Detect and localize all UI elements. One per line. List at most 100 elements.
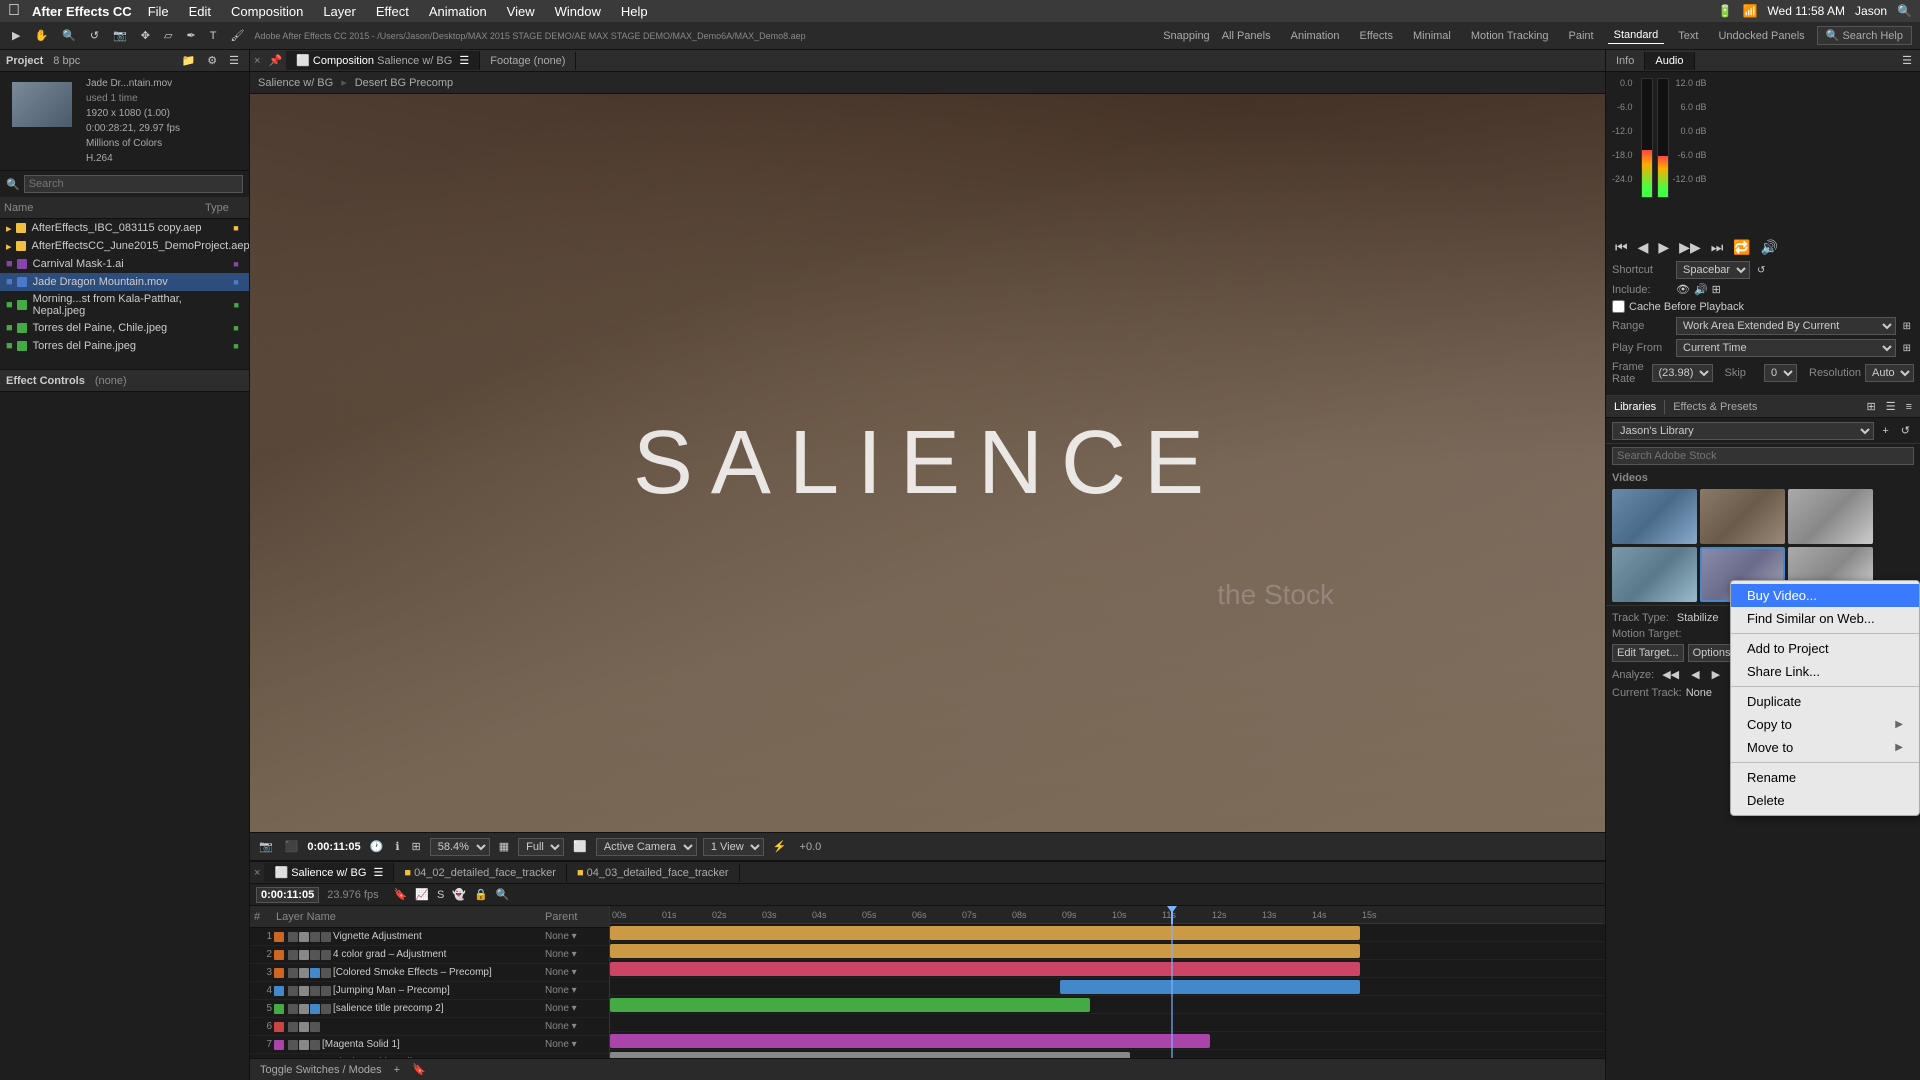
workspace-paint[interactable]: Paint bbox=[1563, 28, 1600, 44]
edit-target-btn[interactable]: Edit Target... bbox=[1612, 644, 1684, 662]
list-item[interactable]: ■ Carnival Mask-1.ai ■ bbox=[0, 255, 249, 273]
viewer-checker-btn[interactable]: ▦ bbox=[496, 838, 512, 855]
menu-layer[interactable]: Layer bbox=[319, 4, 360, 19]
viewer-region-btn[interactable]: ⊞ bbox=[409, 838, 424, 855]
tab-close[interactable]: × bbox=[250, 55, 264, 67]
library-refresh[interactable]: ↺ bbox=[1897, 422, 1914, 439]
layer-row[interactable]: 2 4 color grad – Adjustment None ▾ bbox=[250, 946, 609, 964]
playfrom-btn[interactable]: ⊞ bbox=[1900, 342, 1914, 355]
ctx-copy-to[interactable]: Copy to ▶ bbox=[1731, 713, 1919, 736]
project-new-folder[interactable]: 📁 bbox=[178, 52, 200, 69]
layer-row[interactable]: 1 Vignette Adjustment None ▾ bbox=[250, 928, 609, 946]
layer-row[interactable]: 6 None ▾ bbox=[250, 1018, 609, 1036]
list-item[interactable]: ■ Morning...st from Kala-Patthar, Nepal.… bbox=[0, 291, 249, 319]
ctx-find-similar[interactable]: Find Similar on Web... bbox=[1731, 607, 1919, 630]
shortcut-select[interactable]: Spacebar bbox=[1676, 261, 1750, 279]
viewer-snapshot-btn[interactable]: 📷 bbox=[256, 838, 276, 855]
include-grid-icon[interactable]: ⊞ bbox=[1712, 283, 1721, 296]
viewer-zoom-select[interactable]: 58.4% bbox=[430, 838, 490, 856]
tab-composition[interactable]: ⬜ Composition Salience w/ BG ☰ bbox=[286, 51, 480, 70]
menu-search-icon[interactable]: 🔍 bbox=[1897, 4, 1912, 18]
tab-menu-icon[interactable]: ☰ bbox=[373, 867, 383, 879]
layer-row[interactable]: 5 [salience title precomp 2] None ▾ bbox=[250, 1000, 609, 1018]
include-video-icon[interactable]: 👁 bbox=[1676, 283, 1690, 296]
viewer-roi-btn[interactable]: ⬛ bbox=[282, 838, 302, 855]
track-bar-8[interactable] bbox=[610, 1052, 1130, 1058]
layer-row[interactable]: 3 [Colored Smoke Effects – Precomp] None… bbox=[250, 964, 609, 982]
menu-effect[interactable]: Effect bbox=[372, 4, 413, 19]
timeline-comp-marker[interactable]: 🔖 bbox=[408, 1061, 430, 1078]
range-btn[interactable]: ⊞ bbox=[1900, 320, 1914, 333]
track-bar-1[interactable] bbox=[610, 926, 1360, 940]
list-item[interactable]: ■ Jade Dragon Mountain.mov ■ bbox=[0, 273, 249, 291]
playback-next-frame[interactable]: ▶▶ bbox=[1676, 238, 1704, 257]
resolution-select[interactable]: Auto bbox=[1865, 364, 1914, 382]
ctx-share-link[interactable]: Share Link... bbox=[1731, 660, 1919, 683]
list-item[interactable]: ■ Torres del Paine.jpeg ■ bbox=[0, 337, 249, 355]
timeline-close[interactable]: × bbox=[250, 867, 264, 879]
track-bar-3[interactable] bbox=[610, 962, 1360, 976]
timeline-solo-btn[interactable]: S bbox=[434, 886, 447, 903]
track-bar-4[interactable] bbox=[1060, 980, 1360, 994]
ctx-add-to-project[interactable]: Add to Project bbox=[1731, 637, 1919, 660]
workspace-standard[interactable]: Standard bbox=[1608, 27, 1665, 44]
viewer-view-select[interactable]: 1 View bbox=[703, 838, 764, 856]
playfrom-select[interactable]: Current Time bbox=[1676, 339, 1896, 357]
viewer-timecode-btn[interactable]: 🕐 bbox=[367, 838, 387, 855]
project-settings[interactable]: ⚙ bbox=[203, 52, 221, 69]
viewer-resolution-select[interactable]: Full bbox=[518, 838, 564, 856]
library-add[interactable]: + bbox=[1878, 423, 1892, 439]
ctx-delete[interactable]: Delete bbox=[1731, 789, 1919, 812]
ctx-move-to[interactable]: Move to ▶ bbox=[1731, 736, 1919, 759]
search-help-button[interactable]: 🔍 Search Help bbox=[1817, 26, 1912, 45]
workspace-effects[interactable]: Effects bbox=[1354, 28, 1399, 44]
toolbar-zoom-tool[interactable]: 🔍 bbox=[58, 27, 80, 44]
layer-row[interactable]: 7 [Magenta Solid 1] None ▾ bbox=[250, 1036, 609, 1054]
library-grid-view[interactable]: ⊞ bbox=[1862, 398, 1879, 415]
playback-last[interactable]: ⏭ bbox=[1708, 238, 1727, 257]
panel-menu[interactable]: ☰ bbox=[1898, 52, 1916, 69]
tab-audio[interactable]: Audio bbox=[1645, 52, 1694, 70]
cache-checkbox[interactable] bbox=[1612, 300, 1625, 313]
timeline-tab-render1[interactable]: ■ 04_02_detailed_face_tracker bbox=[394, 864, 567, 882]
playback-prev-frame[interactable]: ◀ bbox=[1635, 238, 1652, 257]
workspace-minimal[interactable]: Minimal bbox=[1407, 28, 1457, 44]
tab-footage[interactable]: Footage (none) bbox=[480, 52, 576, 70]
menu-file[interactable]: File bbox=[144, 4, 173, 19]
viewer-camera-select[interactable]: Active Camera bbox=[596, 838, 697, 856]
tab-info[interactable]: Info bbox=[1606, 52, 1645, 70]
tab-pin[interactable]: 📌 bbox=[264, 54, 286, 67]
toolbar-text-tool[interactable]: T bbox=[206, 28, 221, 44]
playback-mute[interactable]: 🔊 bbox=[1758, 238, 1781, 257]
list-item[interactable]: ▸ AfterEffects_IBC_083115 copy.aep ■ bbox=[0, 219, 249, 237]
playback-play[interactable]: ▶ bbox=[1655, 238, 1672, 257]
toolbar-rotate-tool[interactable]: ↺ bbox=[86, 27, 103, 44]
menu-composition[interactable]: Composition bbox=[227, 4, 307, 19]
framerate-select[interactable]: (23.98) bbox=[1652, 364, 1713, 382]
toolbar-arrow-tool[interactable]: ▶ bbox=[8, 27, 24, 44]
workspace-undocked[interactable]: Undocked Panels bbox=[1712, 28, 1810, 44]
include-audio-icon[interactable]: 🔊 bbox=[1694, 283, 1708, 296]
viewer-roi-toggle[interactable]: ⬜ bbox=[570, 838, 590, 855]
ctx-duplicate[interactable]: Duplicate bbox=[1731, 690, 1919, 713]
list-item[interactable]: ▸ AfterEffectsCC_June2015_DemoProject.ae… bbox=[0, 237, 249, 255]
timeline-lock-btn[interactable]: 🔒 bbox=[471, 886, 491, 903]
toolbar-pan-tool[interactable]: ✥ bbox=[137, 27, 154, 44]
track-bar-7[interactable] bbox=[610, 1034, 1210, 1048]
library-search-input[interactable] bbox=[1612, 447, 1914, 465]
list-item[interactable]: ■ Torres del Paine, Chile.jpeg ■ bbox=[0, 319, 249, 337]
skip-select[interactable]: 0 bbox=[1764, 364, 1797, 382]
library-list-view[interactable]: ☰ bbox=[1882, 398, 1900, 415]
toolbar-pen-tool[interactable]: ✒ bbox=[182, 27, 199, 44]
menu-animation[interactable]: Animation bbox=[425, 4, 491, 19]
timeline-search-btn[interactable]: 🔍 bbox=[493, 886, 513, 903]
ctx-rename[interactable]: Rename bbox=[1731, 766, 1919, 789]
workspace-all-panels[interactable]: All Panels bbox=[1216, 28, 1277, 44]
timeline-tab-render2[interactable]: ■ 04_03_detailed_face_tracker bbox=[567, 864, 740, 882]
library-thumb-4[interactable] bbox=[1612, 547, 1697, 602]
timeline-tab-main[interactable]: ⬜ Salience w/ BG ☰ bbox=[264, 863, 394, 882]
tab-libraries[interactable]: Libraries bbox=[1606, 398, 1664, 416]
viewer-fast-preview[interactable]: ⚡ bbox=[770, 838, 790, 855]
menu-window[interactable]: Window bbox=[551, 4, 605, 19]
track-bar-5[interactable] bbox=[610, 998, 1090, 1012]
